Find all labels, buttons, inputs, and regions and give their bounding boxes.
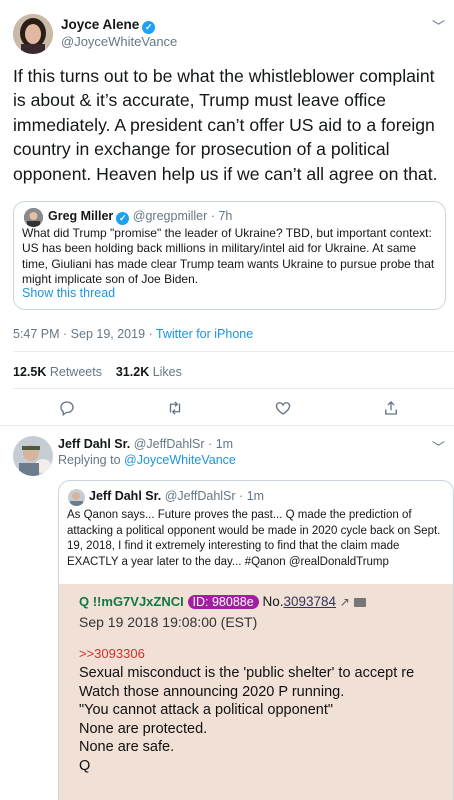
q-post-name: Q !!mG7VJxZNCI	[79, 594, 184, 609]
reply-quoted-author-handle: @JeffDahlSr	[164, 489, 236, 503]
retweets-label: Retweets	[49, 365, 102, 379]
timestamp[interactable]: 5:47 PM · Sep 19, 2019 ·	[13, 327, 153, 341]
retweets-stat[interactable]: 12.5K Retweets	[13, 365, 102, 379]
show-thread-link[interactable]: Show this thread	[22, 286, 115, 300]
reply-author-handle[interactable]: @JeffDahlSr	[134, 437, 205, 451]
source-link[interactable]: Twitter for iPhone	[156, 327, 253, 341]
q-post-date: Sep 19 2018 19:08:00 (EST)	[79, 614, 258, 630]
chevron-down-icon[interactable]: ﹀	[432, 16, 445, 35]
q-post-image: Q !!mG7VJxZNCI ID: 98088e No.3093784 ↗ S…	[59, 584, 453, 800]
chevron-down-icon[interactable]: ﹀	[432, 437, 445, 456]
likes-stat[interactable]: 31.2K Likes	[116, 365, 182, 379]
q-post-line: Watch those announcing 2020 P running.	[79, 683, 345, 700]
replying-to-label: Replying to	[58, 453, 121, 467]
retweet-icon[interactable]	[166, 399, 184, 422]
q-post-ref: >>3093306	[79, 646, 145, 661]
quoted-author-handle: @gregpmiller	[132, 209, 208, 223]
author-handle[interactable]: @JoyceWhiteVance	[61, 34, 177, 49]
reply-author-name[interactable]: Jeff Dahl Sr.	[58, 437, 130, 451]
reply-quoted-tweet[interactable]: Jeff Dahl Sr. @JeffDahlSr · 1m As Qanon …	[58, 480, 454, 800]
quoted-tweet[interactable]: Greg Miller ✓ @gregpmiller · 7h What did …	[13, 201, 446, 310]
q-post-no-label: No.	[262, 594, 284, 609]
q-post-line: "You cannot attack a political opponent"	[79, 702, 334, 719]
verified-icon: ✓	[142, 21, 156, 34]
like-icon[interactable]	[274, 399, 292, 422]
quoted-text: What did Trump "promise" the leader of U…	[22, 226, 435, 287]
share-icon[interactable]	[382, 399, 400, 422]
external-link-icon: ↗	[339, 595, 350, 609]
quoted-time: 7h	[218, 209, 233, 223]
reply-icon[interactable]	[58, 399, 76, 422]
likes-count: 31.2K	[115, 365, 150, 379]
q-post-id-badge: ID: 98088e	[187, 595, 259, 609]
replying-to-handle[interactable]: @JoyceWhiteVance	[124, 453, 236, 467]
folder-icon	[353, 598, 366, 607]
reply-quoted-author-name: Jeff Dahl Sr.	[89, 489, 162, 503]
likes-label: Likes	[152, 365, 182, 379]
reply-quoted-text: As Qanon says... Future proves the past.…	[67, 509, 441, 568]
retweets-count: 12.5K	[13, 365, 47, 379]
reply-avatar[interactable]	[13, 436, 53, 476]
reply-quoted-time: 1m	[246, 489, 265, 503]
author-name[interactable]: Joyce Alene	[61, 17, 139, 32]
avatar[interactable]	[13, 14, 53, 54]
q-post-line: Q	[79, 757, 91, 774]
quoted-author-name: Greg Miller	[48, 209, 114, 223]
q-post-line: Sexual misconduct is the 'public shelter…	[79, 665, 415, 681]
q-post-no-value: 3093784	[283, 594, 337, 609]
tweet-text: If this turns out to be what the whistle…	[13, 66, 438, 184]
verified-icon: ✓	[116, 212, 130, 225]
q-post-line: None are protected.	[79, 720, 208, 737]
quoted-avatar	[24, 208, 43, 227]
q-post-line: None are safe.	[79, 739, 175, 756]
reply-quoted-avatar	[68, 489, 85, 506]
reply-time[interactable]: 1m	[216, 437, 233, 451]
